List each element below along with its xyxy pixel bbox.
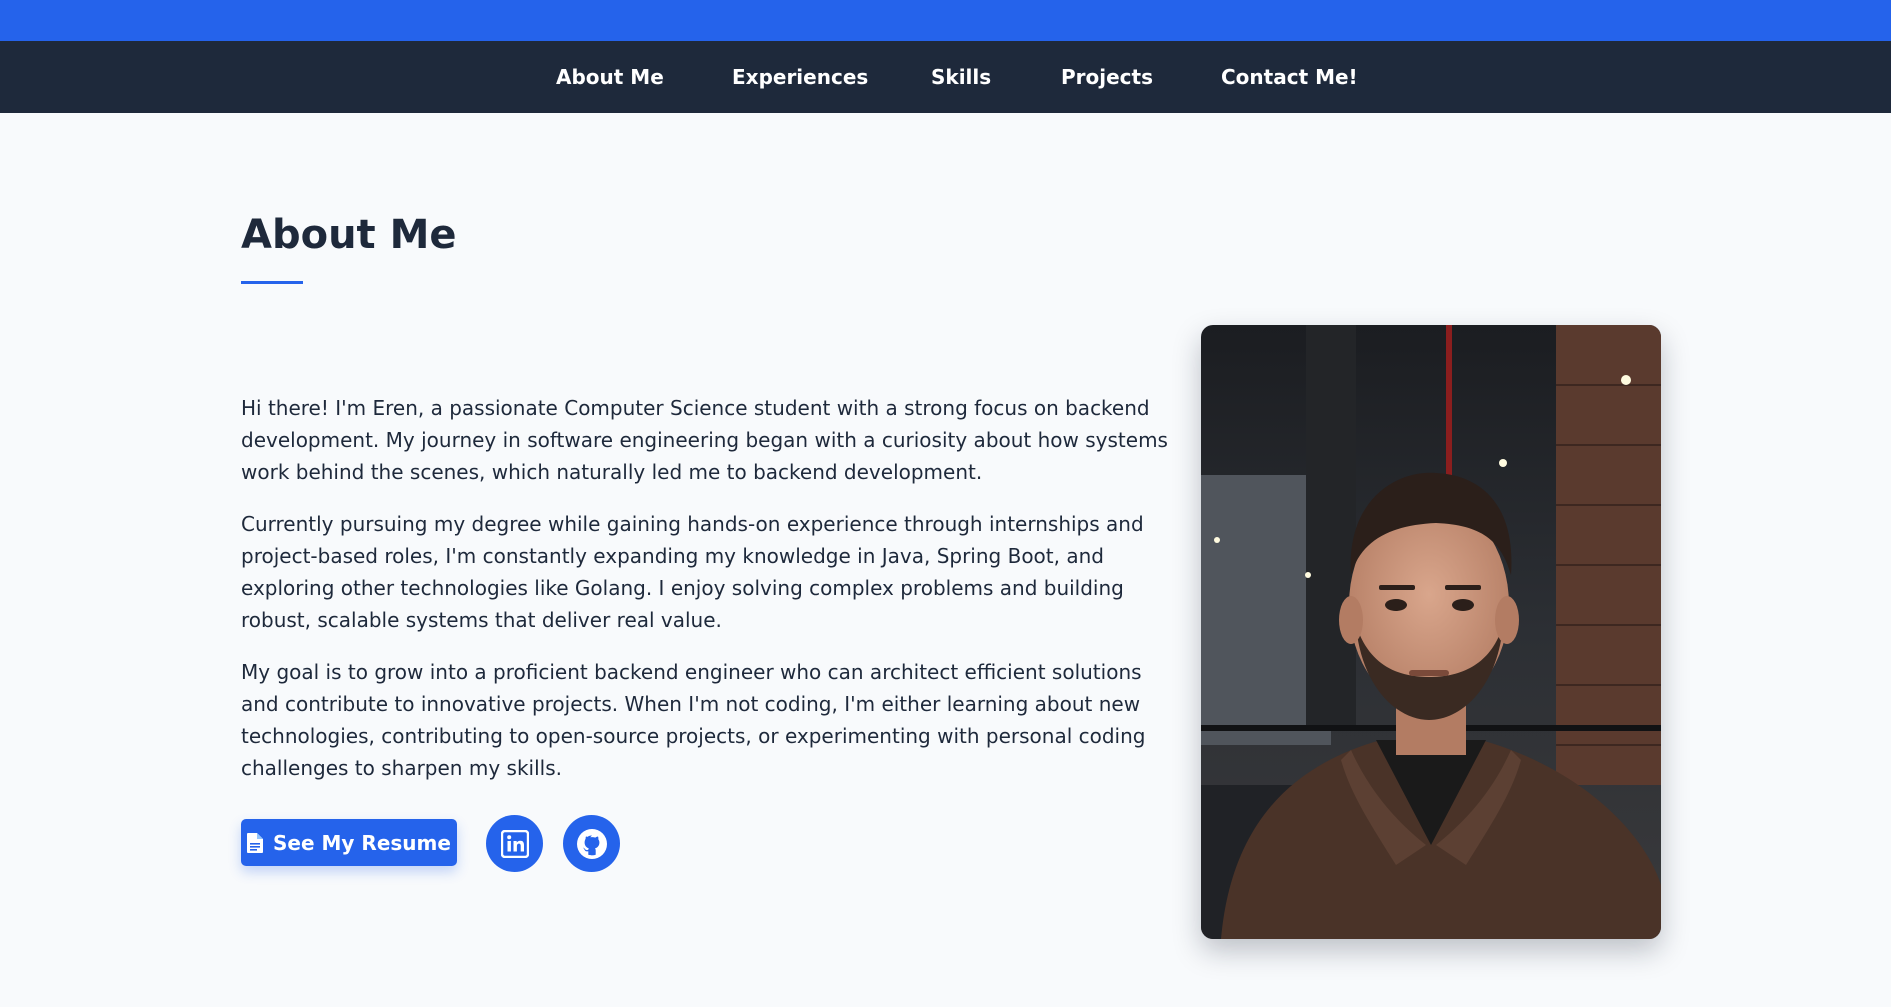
linkedin-button[interactable] bbox=[486, 815, 543, 872]
github-icon bbox=[576, 828, 608, 860]
linkedin-icon bbox=[500, 829, 529, 858]
title-underline bbox=[241, 281, 303, 284]
nav-link-contact-me[interactable]: Contact Me! bbox=[1221, 41, 1358, 113]
top-accent-bar bbox=[0, 0, 1891, 41]
document-icon bbox=[247, 832, 264, 853]
portrait-image bbox=[1201, 325, 1661, 939]
section-title: About Me bbox=[241, 212, 457, 258]
about-paragraph-goals: My goal is to grow into a proficient bac… bbox=[241, 660, 1146, 780]
github-button[interactable] bbox=[563, 815, 620, 872]
main-navbar: About Me Experiences Skills Projects Con… bbox=[0, 41, 1891, 113]
nav-link-experiences[interactable]: Experiences bbox=[732, 41, 868, 113]
nav-link-projects[interactable]: Projects bbox=[1061, 41, 1153, 113]
about-paragraph-intro: Hi there! I'm Eren, a passionate Compute… bbox=[241, 396, 1168, 484]
about-paragraph-studies: Currently pursuing my degree while gaini… bbox=[241, 512, 1144, 632]
about-text: Hi there! I'm Eren, a passionate Compute… bbox=[241, 392, 1171, 804]
see-resume-button[interactable]: See My Resume bbox=[241, 819, 457, 866]
see-resume-label: See My Resume bbox=[273, 830, 451, 855]
nav-link-skills[interactable]: Skills bbox=[931, 41, 991, 113]
nav-link-about-me[interactable]: About Me bbox=[556, 41, 664, 113]
profile-photo bbox=[1201, 325, 1661, 939]
